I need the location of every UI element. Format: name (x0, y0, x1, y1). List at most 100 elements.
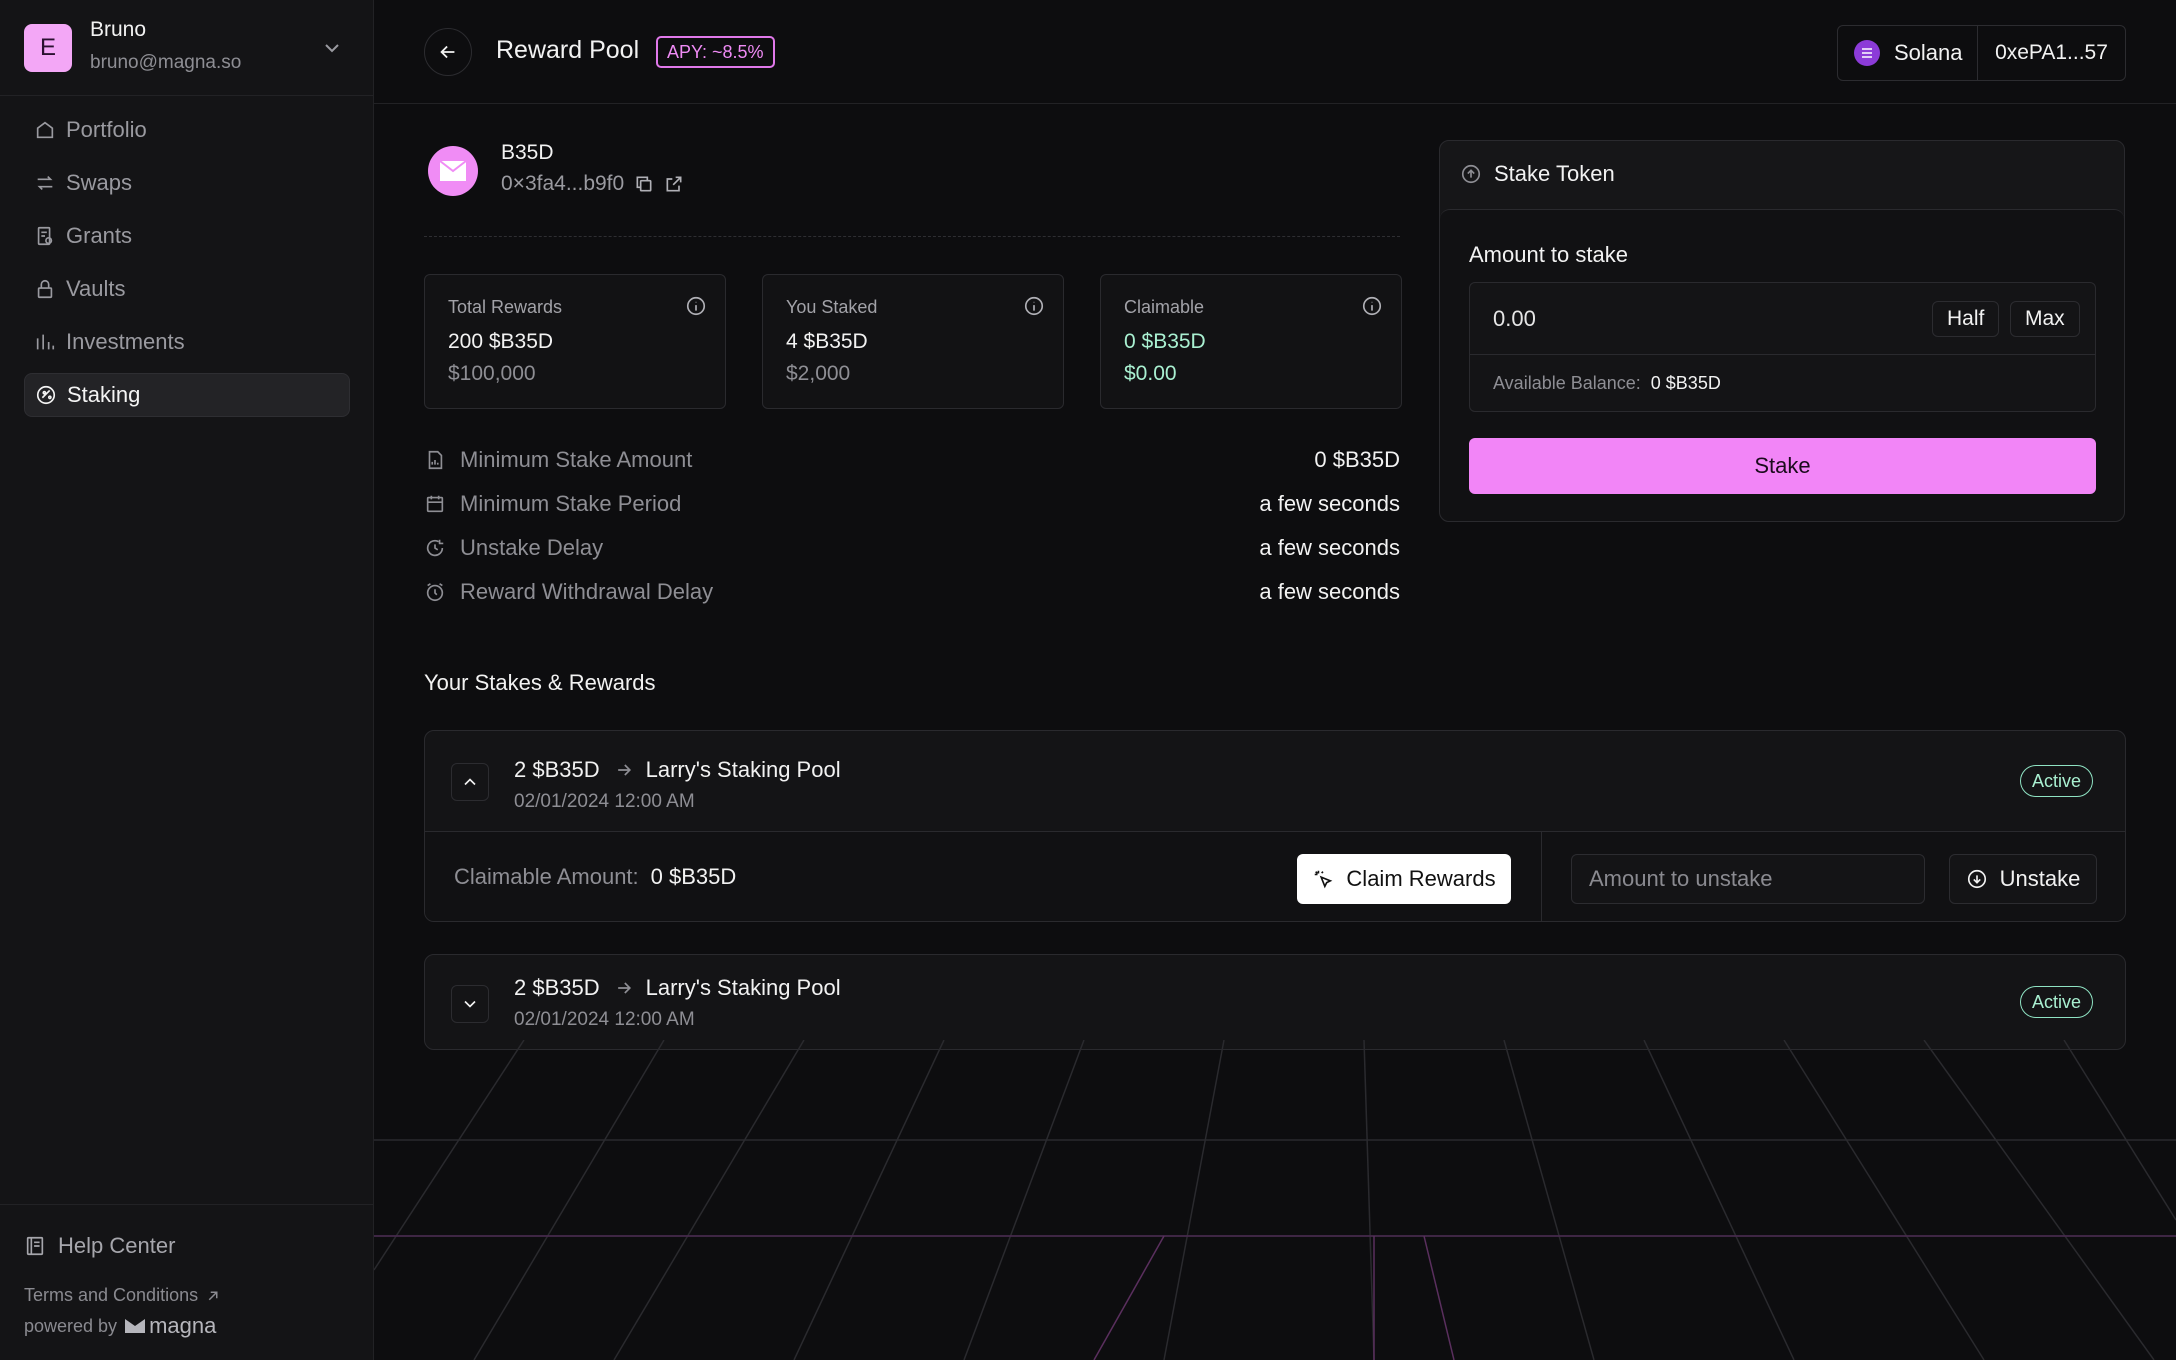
stake-amount-input[interactable] (1470, 283, 2095, 355)
sidebar-item-label: Portfolio (66, 117, 147, 142)
info-icon[interactable] (1361, 295, 1383, 317)
stake-button[interactable]: Stake (1469, 438, 2096, 494)
solana-icon (1854, 40, 1880, 66)
info-icon[interactable] (685, 295, 707, 317)
stake-row-header[interactable]: 2 $B35D Larry's Staking Pool 02/01/2024 … (425, 955, 2125, 1049)
chevron-down-icon[interactable] (320, 36, 344, 60)
stat-value: 0 $B35D (1124, 330, 1206, 353)
bar-chart-icon (36, 334, 55, 350)
stat-card-total-rewards: Total Rewards 200 $B35D $100,000 (424, 274, 726, 409)
detail-value: a few seconds (1259, 535, 1400, 560)
token-name: B35D (501, 141, 554, 164)
back-button[interactable] (424, 28, 472, 76)
detail-reward-withdrawal-delay: Reward Withdrawal Delay a few seconds (424, 577, 1400, 607)
unstake-label: Unstake (1999, 866, 2081, 891)
stat-card-you-staked: You Staked 4 $B35D $2,000 (762, 274, 1064, 409)
wallet-address-button[interactable]: 0xePA1...57 (1978, 26, 2125, 80)
user-switcher[interactable]: E Bruno bruno@magna.so (0, 0, 373, 96)
pool-name: Larry's Staking Pool (645, 975, 841, 1000)
sidebar-item-staking[interactable]: Staking (24, 373, 350, 417)
terms-label: Terms and Conditions (24, 1285, 199, 1305)
stake-row-body: Claimable Amount: 0 $B35D Claim Rewards U… (425, 831, 2125, 921)
panel-title: Stake Token (1494, 161, 1615, 186)
powered-by: powered by magna (24, 1313, 216, 1339)
stat-value: 4 $B35D (786, 330, 868, 353)
swap-icon (37, 175, 53, 191)
available-label: Available Balance: (1493, 373, 1641, 393)
copy-icon[interactable] (634, 174, 654, 194)
claimable-label: Claimable Amount: (454, 864, 639, 889)
calendar-icon (426, 495, 444, 513)
sidebar-item-label: Vaults (66, 276, 126, 301)
powered-by-label: powered by (24, 1315, 118, 1336)
status-badge: Active (2019, 765, 2093, 797)
sidebar: E Bruno bruno@magna.so Portfolio Swaps G… (0, 0, 374, 1360)
stat-value: 200 $B35D (448, 330, 554, 353)
detail-label: Reward Withdrawal Delay (460, 579, 714, 604)
grants-icon (37, 226, 53, 246)
sidebar-footer: Help Center Terms and Conditions powered… (0, 1204, 373, 1360)
section-title: Your Stakes & Rewards (424, 670, 656, 695)
sidebar-item-label: Grants (66, 223, 133, 248)
unstake-amount-input[interactable] (1571, 854, 1925, 904)
expand-button[interactable] (451, 985, 489, 1023)
available-value: 0 $B35D (1650, 373, 1721, 393)
divider (424, 236, 1400, 237)
stat-label: Total Rewards (448, 297, 563, 317)
claim-rewards-button[interactable]: Claim Rewards (1297, 854, 1511, 904)
stake-amount: 2 $B35D (514, 757, 600, 782)
stat-usd: $0.00 (1124, 362, 1177, 385)
info-icon[interactable] (1023, 295, 1045, 317)
help-center-label: Help Center (58, 1233, 176, 1258)
stat-usd: $100,000 (448, 362, 536, 385)
avatar: E (24, 24, 72, 72)
brand-name: magna (149, 1313, 217, 1338)
pool-name: Larry's Staking Pool (645, 757, 841, 782)
detail-label: Minimum Stake Period (460, 491, 682, 516)
sidebar-item-label: Swaps (66, 170, 133, 195)
sidebar-item-label: Staking (67, 382, 141, 407)
half-button[interactable]: Half (1932, 301, 2000, 337)
decorative-grid (374, 1040, 2176, 1360)
sidebar-item-portfolio[interactable]: Portfolio (24, 108, 350, 152)
sidebar-nav: Portfolio Swaps Grants Vaults Investment… (24, 108, 350, 426)
terms-link[interactable]: Terms and Conditions (24, 1285, 222, 1306)
sidebar-item-swaps[interactable]: Swaps (24, 161, 350, 205)
stat-usd: $2,000 (786, 362, 851, 385)
pointer-click-icon (1315, 870, 1333, 889)
help-center-link[interactable]: Help Center (24, 1233, 175, 1259)
magna-logo: magna (125, 1313, 216, 1339)
sidebar-item-investments[interactable]: Investments (24, 320, 350, 364)
claim-rewards-label: Claim Rewards (1346, 866, 1496, 891)
arrow-left-icon (440, 45, 455, 59)
token-address-text: 0×3fa4...b9f0 (501, 172, 625, 195)
page-title: Reward Pool (496, 36, 640, 64)
max-button[interactable]: Max (2010, 301, 2080, 337)
stake-row-collapsed[interactable]: 2 $B35D Larry's Staking Pool 02/01/2024 … (424, 954, 2126, 1050)
chain-selector[interactable]: Solana (1838, 26, 1978, 80)
stake-date: 02/01/2024 12:00 AM (514, 1009, 695, 1030)
stat-label: You Staked (786, 297, 878, 317)
stat-label: Claimable (1124, 297, 1205, 317)
stake-summary: 2 $B35D Larry's Staking Pool (514, 757, 841, 783)
wallet-controls: Solana 0xePA1...57 (1837, 25, 2126, 81)
detail-value: 0 $B35D (1314, 447, 1400, 472)
stake-summary: 2 $B35D Larry's Staking Pool (514, 975, 841, 1001)
stake-token-panel: Stake Token Amount to stake Half Max Ava… (1439, 140, 2125, 522)
sidebar-item-label: Investments (66, 329, 185, 354)
stake-row-header[interactable]: 2 $B35D Larry's Staking Pool 02/01/2024 … (425, 731, 2125, 831)
detail-label: Unstake Delay (460, 535, 604, 560)
stake-form: Amount to stake Half Max Available Balan… (1440, 209, 2124, 521)
collapse-button[interactable] (451, 763, 489, 801)
sidebar-item-grants[interactable]: Grants (24, 214, 350, 258)
token-logo (428, 146, 478, 196)
available-balance: Available Balance: 0 $B35D (1493, 373, 1721, 394)
external-link-icon[interactable] (664, 174, 684, 194)
sidebar-item-vaults[interactable]: Vaults (24, 267, 350, 311)
unstake-button[interactable]: Unstake (1949, 854, 2097, 904)
staking-icon (36, 385, 56, 405)
lock-icon (37, 279, 53, 299)
panel-header: Stake Token (1460, 161, 1615, 187)
book-icon (26, 1236, 44, 1256)
apy-badge: APY: ~8.5% (656, 36, 775, 68)
